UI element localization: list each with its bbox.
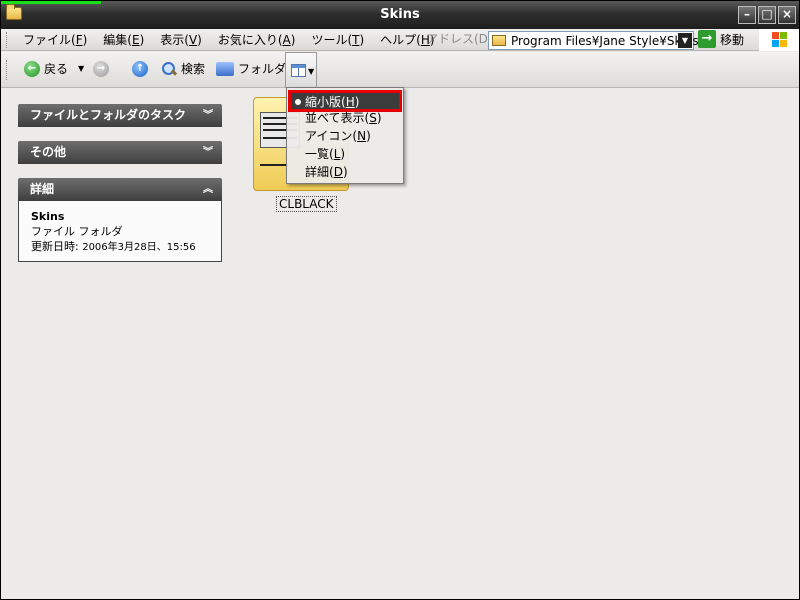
go-label: 移動 xyxy=(720,32,745,47)
back-label: 戻る xyxy=(44,62,69,76)
address-label: アドレス(D) xyxy=(426,32,493,46)
explorer-window: Skins – □ × ファイル(F) 編集(E) 表示(V) お気に入り(A)… xyxy=(0,0,800,600)
views-dropdown-menu: 縮小版(H) 並べて表示(S) アイコン(N) 一覧(L) 詳細(D) xyxy=(286,87,404,184)
forward-button[interactable]: → xyxy=(93,61,109,77)
up-button[interactable]: ↑ xyxy=(132,61,148,77)
search-icon xyxy=(161,61,177,77)
detail-type: ファイル フォルダ xyxy=(31,225,123,238)
other-places-header[interactable]: その他 ︾ xyxy=(18,141,222,164)
go-button[interactable]: → 移動 xyxy=(698,30,744,48)
chevron-down-icon[interactable]: ︾ xyxy=(203,104,213,127)
menu-edit[interactable]: 編集(E) xyxy=(95,31,152,49)
details-pane: 詳細 ︽ Skins ファイル フォルダ 更新日時: 2006年3月28日、15… xyxy=(18,178,222,262)
menu-item-tiles[interactable]: 並べて表示(S) xyxy=(305,110,382,126)
back-arrow-icon: ← xyxy=(24,61,40,77)
go-arrow-icon: → xyxy=(698,30,716,48)
detail-modified: 更新日時: 2006年3月28日、15:56 xyxy=(31,240,196,253)
minimize-button[interactable]: – xyxy=(738,6,756,24)
details-body: Skins ファイル フォルダ 更新日時: 2006年3月28日、15:56 xyxy=(18,201,222,262)
windows-logo-icon xyxy=(759,29,799,51)
menu-bar: ファイル(F) 編集(E) 表示(V) お気に入り(A) ツール(T) ヘルプ(… xyxy=(1,29,799,51)
window-title: Skins xyxy=(380,7,420,22)
views-icon xyxy=(291,64,306,77)
menu-item-icons[interactable]: アイコン(N) xyxy=(305,128,371,144)
other-places-pane: その他 ︾ xyxy=(18,141,222,164)
details-title: 詳細 xyxy=(30,182,55,196)
accent-strip xyxy=(1,1,101,4)
file-name-label[interactable]: CLBLACK xyxy=(276,196,337,212)
forward-arrow-icon: → xyxy=(93,61,109,77)
close-button[interactable]: × xyxy=(778,6,796,24)
menu-item-list[interactable]: 一覧(L) xyxy=(305,146,345,162)
toolbar: ← 戻る ▼ → ↑ 検索 フォルダ xyxy=(1,52,799,88)
detail-name: Skins xyxy=(31,210,65,223)
preview-line xyxy=(260,164,288,166)
menu-file[interactable]: ファイル(F) xyxy=(15,31,95,49)
back-button[interactable]: ← 戻る ▼ xyxy=(24,61,84,77)
menu-favorites[interactable]: お気に入り(A) xyxy=(210,31,304,49)
menu-tools[interactable]: ツール(T) xyxy=(303,31,372,49)
views-button[interactable]: ▼ xyxy=(285,52,317,88)
menu-view[interactable]: 表示(V) xyxy=(152,31,210,49)
title-bar[interactable]: Skins – □ × xyxy=(1,1,799,29)
menu-item-thumbnails-label: 縮小版(H) xyxy=(305,95,360,109)
file-folder-tasks-pane: ファイルとフォルダのタスク ︾ xyxy=(18,104,222,127)
toolbar-grip[interactable] xyxy=(6,60,9,80)
address-bar[interactable]: Program Files¥Jane Style¥Skins ▼ xyxy=(488,31,699,50)
menu-item-details[interactable]: 詳細(D) xyxy=(305,164,348,180)
file-folder-tasks-title: ファイルとフォルダのタスク xyxy=(30,108,187,122)
menu-item-thumbnails[interactable]: 縮小版(H) xyxy=(288,90,402,112)
maximize-button[interactable]: □ xyxy=(758,6,776,24)
chevron-up-icon[interactable]: ︽ xyxy=(203,178,213,201)
folders-button[interactable]: フォルダ xyxy=(216,61,286,77)
chevron-down-icon[interactable]: ︾ xyxy=(203,141,213,164)
address-dropdown-button[interactable]: ▼ xyxy=(678,33,692,48)
up-arrow-icon: ↑ xyxy=(132,61,148,77)
selected-bullet-icon xyxy=(295,99,301,105)
search-button[interactable]: 検索 xyxy=(161,61,205,77)
folder-icon xyxy=(492,35,506,46)
folders-icon xyxy=(216,62,234,76)
file-folder-tasks-header[interactable]: ファイルとフォルダのタスク ︾ xyxy=(18,104,222,127)
details-header[interactable]: 詳細 ︽ xyxy=(18,178,222,201)
menu-grip[interactable] xyxy=(6,32,9,48)
other-places-title: その他 xyxy=(30,145,67,159)
search-label: 検索 xyxy=(181,62,206,76)
back-dropdown-icon[interactable]: ▼ xyxy=(78,61,84,77)
folders-label: フォルダ xyxy=(238,62,287,76)
chevron-down-icon: ▼ xyxy=(308,67,315,76)
address-text[interactable]: Program Files¥Jane Style¥Skins xyxy=(511,33,699,49)
